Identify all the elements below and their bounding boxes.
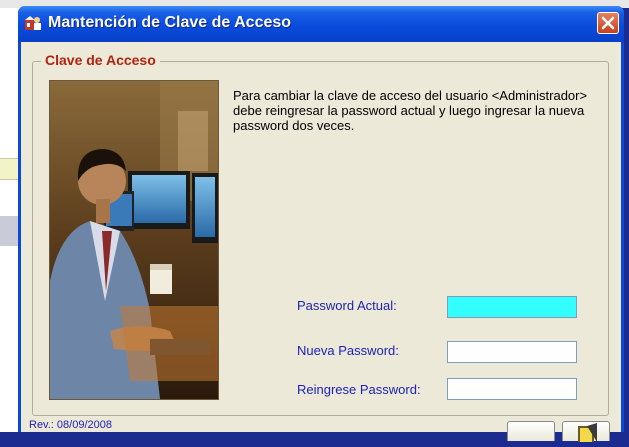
confirm-password-input[interactable]: [447, 378, 577, 400]
current-password-input[interactable]: [447, 296, 577, 318]
confirm-password-label: Reingrese Password:: [297, 382, 421, 397]
window-title: Mantención de Clave de Acceso: [48, 14, 292, 31]
group-title: Clave de Acceso: [41, 52, 160, 68]
title-bar[interactable]: Mantención de Clave de Acceso: [18, 6, 624, 42]
close-icon: [601, 16, 615, 30]
background-row: [0, 158, 20, 180]
background-row: [0, 216, 20, 246]
exit-button[interactable]: [562, 421, 610, 442]
current-password-label: Password Actual:: [297, 298, 397, 313]
user-photo: [49, 80, 219, 400]
instructions-text: Para cambiar la clave de acceso del usua…: [233, 88, 588, 133]
app-icon: [24, 15, 42, 31]
background-app-panel: [0, 8, 20, 432]
close-button[interactable]: [597, 12, 619, 34]
revision-label: Rev.: 08/09/2008: [29, 419, 112, 431]
dialog-body: Clave de Acceso Para cambiar la clave de…: [21, 42, 621, 442]
new-password-input[interactable]: [447, 341, 577, 363]
accept-button[interactable]: [507, 421, 555, 441]
exit-door-icon: [578, 423, 597, 442]
password-dialog: Mantención de Clave de Acceso Clave de A…: [18, 6, 624, 442]
clave-groupbox: Clave de Acceso Para cambiar la clave de…: [32, 52, 609, 416]
new-password-label: Nueva Password:: [297, 343, 399, 358]
